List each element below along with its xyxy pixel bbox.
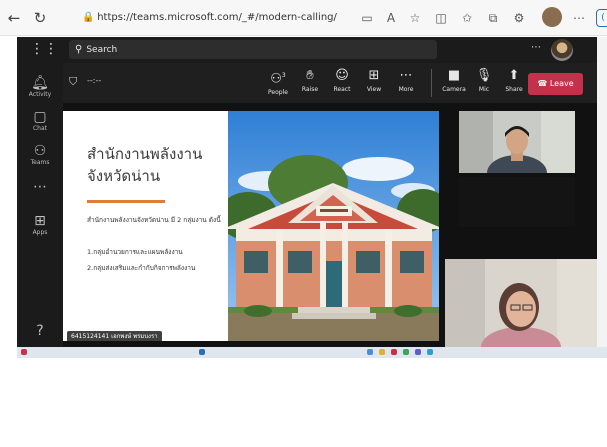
slide-item-1: 1.กลุ่มอำนวยการและแผนพลังงาน — [87, 248, 183, 256]
settings-more-icon[interactable]: ⋯ — [531, 42, 541, 53]
slide-accent-line — [87, 200, 165, 203]
rail-item-apps[interactable]: ⊞ Apps — [17, 213, 63, 237]
call-controls: ⛉ --:-- ⚇3 People ✋︎ Raise ☺ React ⊞ Vie… — [63, 63, 597, 103]
react-button[interactable]: ☺ React — [325, 67, 359, 95]
hand-icon: ✋︎ — [306, 68, 314, 83]
sidebar-toggle-icon[interactable]: ( — [596, 9, 607, 27]
call-timer: --:-- — [87, 76, 102, 85]
search-input[interactable]: ⚲ Search — [69, 40, 437, 59]
control-label: Share — [505, 86, 523, 93]
building-photo — [228, 111, 439, 341]
slide-body: สำนักงานพลังงานจังหวัดน่าน มี 2 กลุ่มงาน… — [87, 216, 221, 224]
start-icon[interactable] — [199, 349, 205, 355]
read-aloud-icon[interactable]: A — [382, 9, 400, 27]
slide-title-line2: จังหวัดน่าน — [87, 167, 161, 185]
rail-item-teams[interactable]: ⚇ Teams — [17, 143, 63, 167]
people-count: 3 — [281, 72, 286, 79]
control-label: People — [268, 89, 288, 97]
people-button[interactable]: ⚇3 People — [261, 67, 295, 98]
taskbar-app-icon[interactable] — [391, 349, 397, 355]
shared-slide: สำนักงานพลังงาน จังหวัดน่าน สำนักงานพลัง… — [63, 111, 439, 341]
teams-icon: ⚇ — [33, 143, 47, 159]
reader-icon[interactable]: ▭ — [358, 9, 376, 27]
participant-video — [445, 259, 597, 347]
rail-item-chat[interactable]: ▢ Chat — [17, 109, 63, 133]
bell-icon: 🔔︎ — [31, 75, 49, 91]
favorites-bar-icon[interactable]: ✩ — [458, 9, 476, 27]
address-bar[interactable]: 🔒 https://teams.microsoft.com/_#/modern-… — [82, 7, 352, 29]
taskbar-app-icon[interactable] — [427, 349, 433, 355]
people-icon: ⚇3 — [270, 71, 286, 87]
rail-label: Chat — [32, 125, 48, 132]
control-label: Mic — [478, 86, 490, 93]
slide-item-2: 2.กลุ่มส่งเสริมและกำกับกิจการพลังงาน — [87, 264, 196, 272]
shield-icon: ⛉ — [69, 75, 78, 88]
phone-icon: ☎ — [537, 79, 548, 88]
meeting-stage: สำนักงานพลังงาน จังหวัดน่าน สำนักงานพลัง… — [63, 103, 597, 347]
control-label: View — [366, 86, 382, 93]
control-label: More — [398, 86, 414, 93]
apps-icon: ⊞ — [34, 213, 46, 229]
taskbar-app-icon[interactable] — [403, 349, 409, 355]
smile-icon: ☺ — [335, 68, 349, 83]
profile-avatar[interactable] — [542, 7, 562, 27]
taskbar-app-icon[interactable] — [379, 349, 385, 355]
rail-label: Teams — [30, 159, 50, 166]
more-icon: ⋯ — [399, 68, 413, 83]
presenter-name-tag: 6415124141 เอกพงษ์ พรมบงรา — [67, 331, 162, 341]
share-icon: ⬆ — [508, 68, 520, 83]
app-launcher-icon[interactable]: ⋮⋮ — [30, 41, 58, 61]
teams-app: ⋮⋮ 🔔︎ Activity ▢ Chat ⚇ Teams ⋯ ⊞ Apps ? — [17, 37, 597, 347]
leave-button[interactable]: ☎ Leave — [528, 73, 583, 95]
user-avatar[interactable] — [551, 39, 573, 61]
weather-icon[interactable] — [21, 349, 27, 355]
chat-icon: ▢ — [33, 109, 47, 125]
camera-button[interactable]: ■ Camera — [437, 67, 471, 95]
lock-icon: 🔒 — [82, 12, 95, 23]
extension-icon[interactable]: ⚙ — [510, 9, 528, 27]
view-button[interactable]: ⊞ View — [357, 67, 391, 95]
control-label: Raise — [301, 86, 319, 93]
back-icon[interactable]: ← — [4, 8, 24, 28]
teams-topbar: ⚲ Search ⋯ — [63, 37, 597, 63]
search-placeholder: Search — [86, 45, 118, 55]
help-icon[interactable]: ? — [17, 323, 63, 339]
mic-icon: 🎙︎ — [475, 68, 493, 83]
camera-icon: ■ — [447, 68, 461, 83]
more-icon[interactable]: ⋯ — [570, 9, 588, 27]
raise-hand-button[interactable]: ✋︎ Raise — [293, 67, 327, 95]
rail-more-icon[interactable]: ⋯ — [17, 179, 63, 195]
rail-label: Activity — [28, 91, 52, 98]
control-label: Camera — [442, 86, 466, 93]
app-rail: ⋮⋮ 🔔︎ Activity ▢ Chat ⚇ Teams ⋯ ⊞ Apps ? — [17, 37, 63, 347]
more-button[interactable]: ⋯ More — [389, 67, 423, 95]
divider — [431, 69, 432, 97]
participant-tile[interactable] — [459, 111, 575, 173]
control-label: React — [333, 86, 351, 93]
slide-title-line1: สำนักงานพลังงาน — [87, 145, 203, 163]
search-icon: ⚲ — [75, 44, 83, 55]
participant-tile[interactable] — [445, 259, 597, 347]
rail-item-activity[interactable]: 🔔︎ Activity — [17, 75, 63, 99]
participant-video — [459, 111, 575, 173]
participant-tile-empty[interactable] — [459, 177, 575, 227]
os-taskbar — [17, 347, 607, 358]
mic-button[interactable]: 🎙︎ Mic — [467, 67, 501, 95]
screenshot-stage: ← ↻ 🔒 https://teams.microsoft.com/_#/mod… — [0, 0, 607, 447]
leave-label: Leave — [549, 79, 574, 88]
split-screen-icon[interactable]: ◫ — [432, 9, 450, 27]
browser-side-panel — [597, 37, 607, 347]
reload-icon[interactable]: ↻ — [30, 8, 50, 28]
slide-title: สำนักงานพลังงาน จังหวัดน่าน — [87, 143, 237, 187]
browser-toolbar: ← ↻ 🔒 https://teams.microsoft.com/_#/mod… — [0, 0, 607, 36]
taskbar-app-icon[interactable] — [367, 349, 373, 355]
taskbar-app-icon[interactable] — [415, 349, 421, 355]
address-text: https://teams.microsoft.com/_#/modern-ca… — [97, 12, 337, 23]
rail-label: Apps — [32, 229, 48, 236]
favorite-icon[interactable]: ☆ — [406, 9, 424, 27]
share-button[interactable]: ⬆ Share — [497, 67, 531, 95]
grid-icon: ⊞ — [368, 68, 380, 83]
collections-icon[interactable]: ⧉ — [484, 9, 502, 27]
